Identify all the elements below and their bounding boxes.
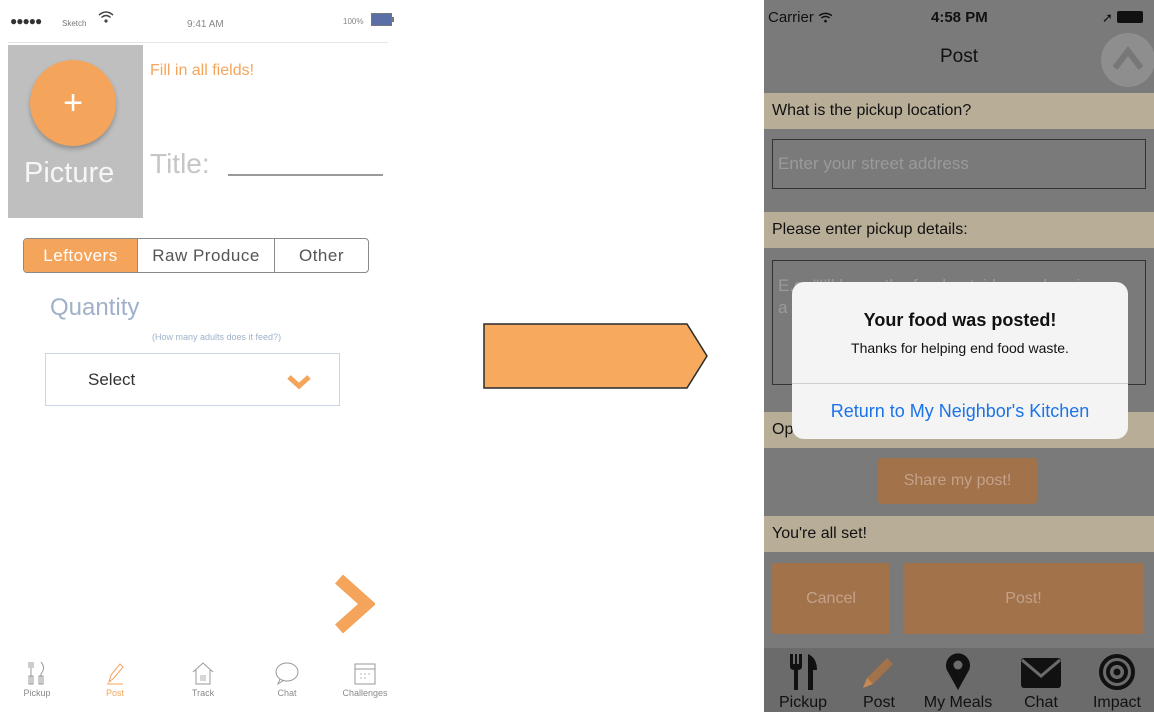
- quantity-hint: (How many adults does it feed?): [152, 332, 282, 342]
- envelope-icon: [1004, 652, 1078, 692]
- add-picture-button[interactable]: +: [30, 60, 116, 146]
- all-set-label: You're all set!: [764, 516, 1154, 552]
- alert-message: Thanks for helping end food waste.: [851, 340, 1069, 356]
- tab-chat[interactable]: Chat: [252, 660, 322, 698]
- next-chevron-button[interactable]: [333, 574, 377, 638]
- status-bar: Carrier 4:58 PM ➚: [764, 0, 1154, 36]
- battery-percent: 100%: [343, 17, 364, 26]
- right-phone-screen: Carrier 4:58 PM ➚ Post What is the picku…: [764, 0, 1154, 712]
- nav-title: Post: [939, 46, 979, 67]
- calendar-icon: [330, 660, 400, 686]
- tab-post[interactable]: Post: [80, 660, 150, 698]
- tab-bar: Pickup Post Track Chat Challenges: [0, 660, 395, 712]
- tab-pickup[interactable]: Pickup: [766, 648, 840, 712]
- tab-label: Track: [191, 688, 215, 698]
- success-alert-dialog: Your food was posted! Thanks for helping…: [792, 282, 1128, 439]
- target-icon: [1080, 652, 1154, 692]
- tab-label: Chat: [277, 688, 297, 698]
- tab-label: My Meals: [923, 694, 993, 711]
- return-to-kitchen-button[interactable]: Return to My Neighbor's Kitchen: [792, 384, 1128, 439]
- tab-post[interactable]: Post: [842, 648, 916, 712]
- tab-label: Impact: [1092, 694, 1141, 711]
- tab-label: Pickup: [778, 694, 828, 711]
- alert-title: Your food was posted!: [863, 310, 1057, 330]
- quantity-select-value: Select: [88, 370, 136, 389]
- segment-raw-produce[interactable]: Raw Produce: [137, 239, 274, 272]
- wifi-icon: [98, 10, 114, 27]
- carrier-label: Sketch: [62, 19, 87, 28]
- location-arrow-icon: ➚: [1102, 10, 1113, 25]
- tab-impact[interactable]: Impact: [1080, 648, 1154, 712]
- map-pin-icon: [921, 652, 995, 692]
- share-post-button[interactable]: Share my post!: [878, 458, 1037, 504]
- status-time: 4:58 PM: [931, 9, 988, 26]
- address-input[interactable]: Enter your street address: [772, 139, 1146, 189]
- battery-icon: [1117, 11, 1143, 23]
- tab-label: Pickup: [23, 688, 51, 698]
- fork-knife-icon: [2, 660, 72, 686]
- title-input[interactable]: [228, 174, 383, 176]
- cancel-button[interactable]: Cancel: [772, 563, 890, 634]
- tab-label: Chat: [1024, 694, 1058, 711]
- tab-bar: Pickup Post My Meals Chat Impact: [764, 648, 1154, 712]
- tab-label: Challenges: [342, 688, 388, 698]
- pencil-icon: [80, 660, 150, 686]
- wifi-icon: [818, 12, 833, 23]
- segment-other[interactable]: Other: [274, 239, 368, 272]
- quantity-label: Quantity: [50, 294, 140, 321]
- status-bar: ●●●●● Sketch 9:41 AM 100%: [0, 0, 395, 42]
- tab-label: Post: [862, 694, 895, 711]
- fork-knife-icon: [766, 652, 840, 692]
- battery-icon: [371, 13, 394, 26]
- scroll-up-button[interactable]: [1101, 33, 1154, 87]
- status-divider: [8, 42, 388, 43]
- pencil-icon: [842, 652, 916, 692]
- chevron-down-icon: [286, 374, 312, 395]
- location-question: What is the pickup location?: [764, 93, 1154, 129]
- chat-bubble-icon: [252, 660, 322, 686]
- tab-label: Post: [105, 688, 124, 698]
- tab-challenges[interactable]: Challenges: [330, 660, 400, 698]
- house-icon: [168, 660, 238, 686]
- signal-dots: ●●●●●: [10, 14, 42, 28]
- title-label: Title:: [150, 148, 210, 179]
- tab-track[interactable]: Track: [168, 660, 238, 698]
- transition-arrow: [483, 323, 709, 394]
- post-button[interactable]: Post!: [903, 563, 1144, 634]
- tab-pickup[interactable]: Pickup: [2, 660, 72, 698]
- fill-fields-warning: Fill in all fields!: [150, 62, 255, 79]
- tab-chat[interactable]: Chat: [1004, 648, 1078, 712]
- picture-label: Picture: [24, 157, 115, 189]
- segment-leftovers[interactable]: Leftovers: [24, 239, 137, 272]
- status-time: 9:41 AM: [187, 19, 224, 30]
- carrier-label: Carrier: [768, 9, 833, 26]
- category-segmented-control: Leftovers Raw Produce Other: [23, 238, 369, 273]
- details-question: Please enter pickup details:: [764, 212, 1154, 248]
- left-phone-screen: ●●●●● Sketch 9:41 AM 100% + Picture Fill…: [0, 0, 395, 712]
- tab-my-meals[interactable]: My Meals: [921, 648, 995, 712]
